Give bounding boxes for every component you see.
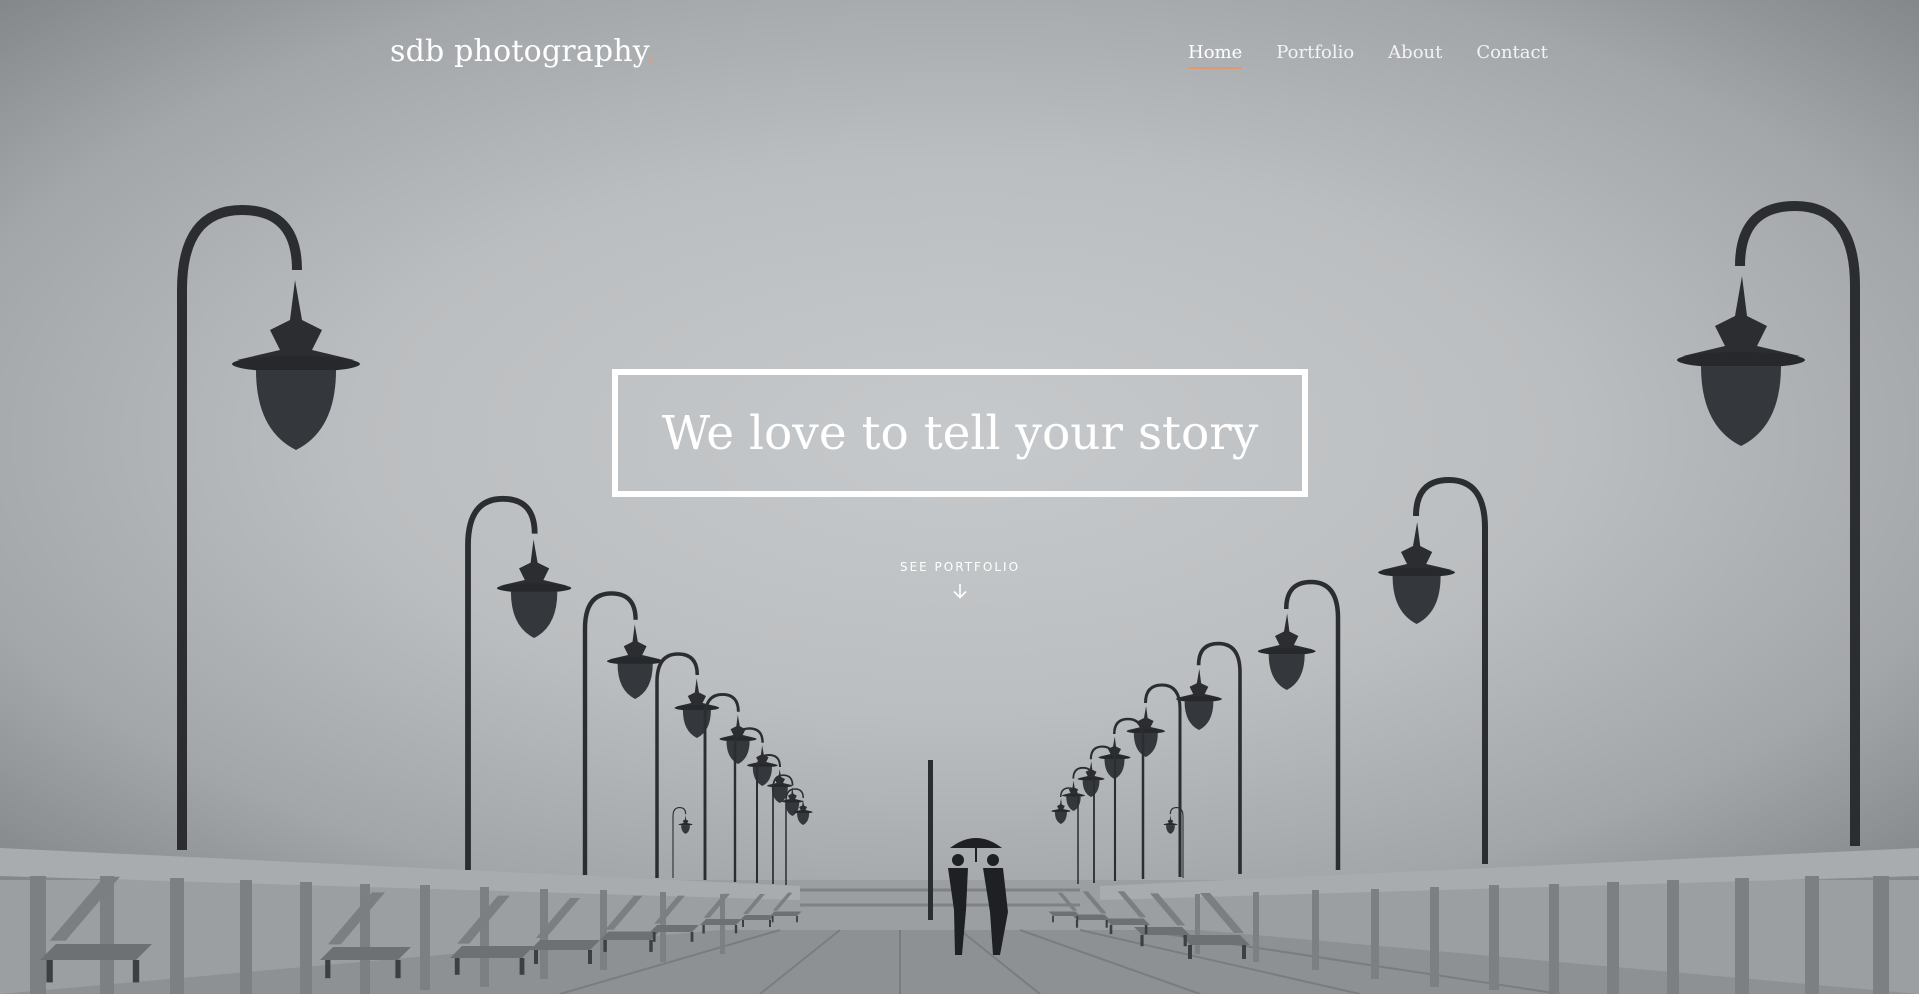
brand-name: sdb photography [390, 34, 646, 69]
see-portfolio-link[interactable]: SEE PORTFOLIO [860, 560, 1060, 600]
hero-section: sdb photography. Home Portfolio About Co… [0, 0, 1919, 994]
nav-link-home[interactable]: Home [1188, 42, 1243, 69]
nav-link-portfolio[interactable]: Portfolio [1276, 42, 1354, 69]
nav-link-about[interactable]: About [1388, 42, 1442, 69]
brand-dot: . [645, 34, 656, 69]
brand-logo[interactable]: sdb photography. [390, 34, 656, 69]
main-nav: Home Portfolio About Contact [1188, 42, 1548, 69]
nav-link-contact[interactable]: Contact [1476, 42, 1547, 69]
hero-headline: We love to tell your story [661, 405, 1259, 461]
arrow-down-icon [953, 584, 967, 599]
see-portfolio-label: SEE PORTFOLIO [899, 560, 1021, 574]
hero-background-photo [0, 0, 1919, 994]
hero-title-box: We love to tell your story [612, 369, 1308, 497]
